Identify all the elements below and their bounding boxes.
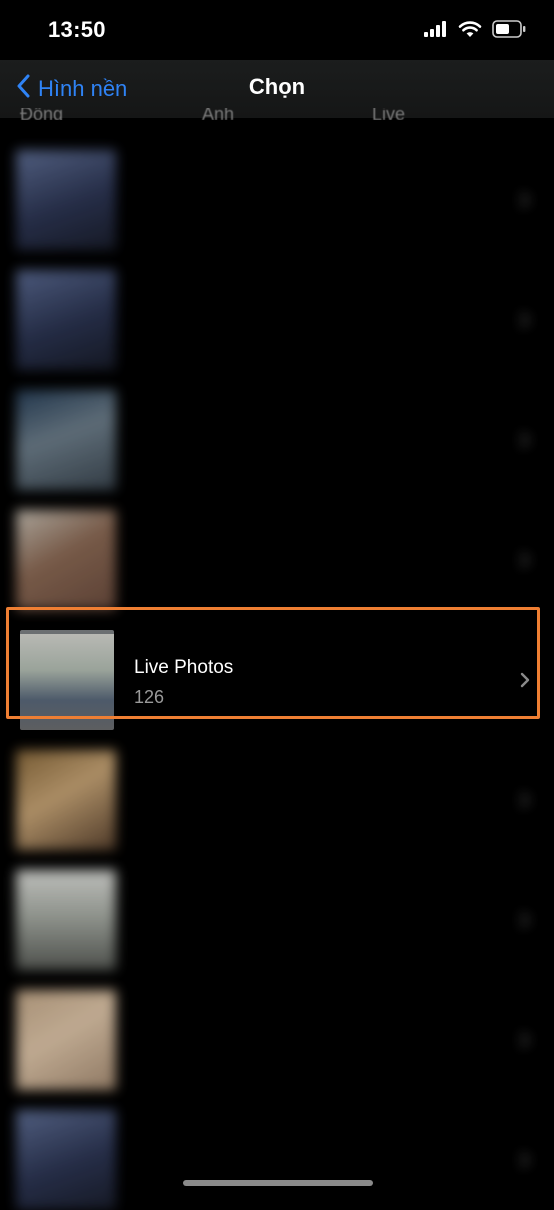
album-row[interactable] xyxy=(0,1090,554,1210)
status-icons xyxy=(424,19,526,43)
album-row[interactable] xyxy=(0,490,554,610)
tab-live[interactable]: Live xyxy=(372,108,405,120)
cellular-signal-icon xyxy=(424,20,448,42)
album-row[interactable] xyxy=(0,130,554,250)
tab-dynamic[interactable]: Động xyxy=(20,108,63,120)
chevron-right-icon xyxy=(520,192,530,213)
chevron-right-icon xyxy=(520,312,530,333)
tab-stills[interactable]: Ảnh xyxy=(202,108,234,120)
status-time: 13:50 xyxy=(48,17,106,42)
album-row[interactable] xyxy=(0,970,554,1090)
album-thumbnail xyxy=(16,1110,116,1210)
segment-tabs-cutoff: Động Ảnh Live xyxy=(0,108,554,120)
album-title: Live Photos xyxy=(134,657,234,678)
album-thumbnail xyxy=(20,630,114,730)
chevron-right-icon xyxy=(520,672,530,693)
album-row[interactable] xyxy=(0,850,554,970)
album-row-live-photos[interactable]: Live Photos 126 xyxy=(0,607,554,730)
album-thumbnail xyxy=(16,750,116,850)
chevron-right-icon xyxy=(520,432,530,453)
chevron-right-icon xyxy=(520,552,530,573)
album-thumbnail xyxy=(16,270,116,370)
album-list: Live Photos 126 xyxy=(0,130,554,1210)
album-row[interactable] xyxy=(0,730,554,850)
chevron-right-icon xyxy=(520,912,530,933)
album-thumbnail xyxy=(16,870,116,970)
album-row[interactable] xyxy=(0,250,554,370)
battery-icon xyxy=(492,19,526,43)
chevron-right-icon xyxy=(520,1032,530,1053)
home-indicator[interactable] xyxy=(183,1180,373,1186)
album-thumbnail xyxy=(16,150,116,250)
status-bar: 13:50 xyxy=(0,0,554,60)
page-title: Chọn xyxy=(248,74,306,99)
album-thumbnail xyxy=(16,390,116,490)
chevron-right-icon xyxy=(520,792,530,813)
album-row[interactable] xyxy=(0,370,554,490)
wifi-icon xyxy=(458,20,482,43)
album-count: 126 xyxy=(134,687,165,707)
navigation-bar: Hình nền Chọn Động Ảnh Live xyxy=(0,60,554,120)
album-thumbnail xyxy=(16,510,116,610)
chevron-right-icon xyxy=(520,1152,530,1173)
album-thumbnail xyxy=(16,990,116,1090)
